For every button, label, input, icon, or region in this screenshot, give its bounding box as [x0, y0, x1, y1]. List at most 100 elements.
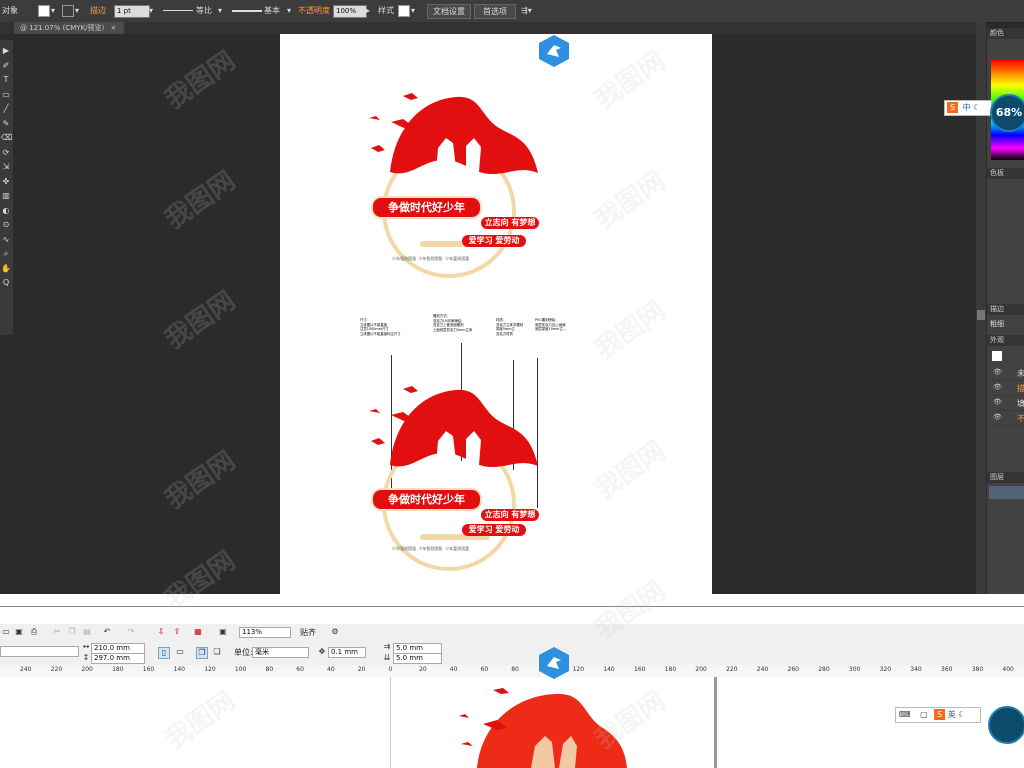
appearance-row[interactable]: 👁 填: [987, 396, 1024, 411]
swatches-panel-header[interactable]: 色板: [987, 168, 1024, 179]
tool-icon[interactable]: ◐: [1, 206, 11, 216]
tool-icon[interactable]: ▶: [1, 46, 11, 56]
ime-moon-icon[interactable]: ☾: [973, 103, 980, 112]
page-height-field[interactable]: 297.0 mm: [91, 653, 145, 664]
document-tab[interactable]: @ 121.07% (CMYK/预览) ×: [14, 22, 124, 34]
dove-icon: [403, 93, 418, 100]
duplicate-y-icon: ⇊: [383, 653, 391, 662]
profile-label[interactable]: 等比: [196, 5, 212, 17]
ime-box-icon[interactable]: ▢: [920, 710, 928, 719]
annotation-line: 亚克力材质: [496, 331, 513, 336]
ime-tools-icon[interactable]: ⌨: [899, 710, 911, 719]
stroke-dropdown-icon[interactable]: ▾: [75, 5, 79, 17]
nudge-field[interactable]: 0.1 mm: [328, 647, 366, 658]
stroke-weight-field[interactable]: 1 pt: [114, 5, 150, 18]
stroke-label[interactable]: 描边: [90, 5, 106, 17]
tool-icon[interactable]: ✎: [1, 119, 11, 129]
copy-icon[interactable]: ❐: [67, 627, 77, 637]
opacity-dropdown-icon[interactable]: ▸: [366, 5, 370, 17]
layers-panel-header[interactable]: 图层: [987, 472, 1024, 483]
unit-select[interactable]: 毫米: [252, 647, 309, 658]
stroke-weight-dropdown-icon[interactable]: ▾: [149, 5, 153, 17]
options-icon[interactable]: ⚙: [330, 627, 340, 637]
app-launcher-icon[interactable]: ▣: [218, 627, 228, 637]
stroke-panel-header[interactable]: 描边: [987, 304, 1024, 315]
ime-mode-label[interactable]: 英: [948, 710, 956, 719]
all-pages-icon[interactable]: ❐: [196, 647, 208, 659]
cut-icon[interactable]: ✂: [52, 627, 62, 637]
tool-icon[interactable]: ⇲: [1, 162, 11, 172]
close-tab-icon[interactable]: ×: [110, 24, 116, 32]
current-page-icon[interactable]: ❏: [212, 647, 222, 657]
nudge-icon: ✥: [318, 647, 326, 656]
export-icon[interactable]: ⇧: [172, 627, 182, 637]
document-setup-button[interactable]: 文档设置: [427, 4, 471, 19]
tool-icon[interactable]: ✋: [1, 264, 11, 274]
percent-badge-bottom[interactable]: [988, 706, 1024, 744]
brush-dropdown-icon[interactable]: ▾: [287, 5, 291, 17]
import-icon[interactable]: ⇩: [156, 627, 166, 637]
visibility-eye-icon[interactable]: 👁: [993, 383, 1002, 391]
layer-row[interactable]: [989, 486, 1024, 499]
appearance-panel-header[interactable]: 外观: [987, 335, 1024, 346]
page-size-select[interactable]: [0, 646, 79, 657]
corel-property-bar: ↔ 210.0 mm ↕ 297.0 mm ▯ ▭ ❐ ❏ 单位: 毫米 ✥ 0…: [0, 641, 1024, 666]
tool-icon[interactable]: ✜: [1, 177, 11, 187]
redo-icon[interactable]: ↷: [126, 627, 136, 637]
annotation-line: 立体图片不能直接标注尺寸: [360, 331, 401, 336]
scrollbar-thumb[interactable]: [977, 310, 985, 320]
arrange-icon[interactable]: ⇶▾: [521, 5, 532, 17]
tab-bar: [0, 22, 976, 34]
color-panel-header[interactable]: 颜色: [987, 28, 1024, 39]
appearance-row[interactable]: 👁 未: [987, 366, 1024, 381]
slogan-1: 少年强则国强: [392, 546, 416, 551]
brush-label[interactable]: 基本: [264, 5, 280, 17]
tool-icon[interactable]: ⊙: [1, 220, 11, 230]
opacity-field[interactable]: 100%: [333, 5, 367, 18]
ruler-label: 220: [50, 666, 63, 673]
ime-toolbar-top[interactable]: S 中 ☾: [944, 100, 992, 116]
paste-icon[interactable]: ▤: [82, 627, 92, 637]
fill-dropdown-icon[interactable]: ▾: [51, 5, 55, 17]
preferences-button[interactable]: 首选项: [474, 4, 516, 19]
save-icon[interactable]: ▣: [14, 627, 24, 637]
appearance-row[interactable]: 👁 不: [987, 411, 1024, 426]
publish-pdf-icon[interactable]: ▦: [193, 627, 203, 637]
print-icon[interactable]: ⎙: [29, 627, 39, 637]
portrait-icon[interactable]: ▯: [158, 647, 170, 659]
tool-icon[interactable]: ╱: [1, 104, 11, 114]
tool-icon[interactable]: T: [1, 75, 11, 85]
visibility-eye-icon[interactable]: 👁: [993, 413, 1002, 421]
page-border: [390, 677, 391, 768]
tool-icon[interactable]: ⟳: [1, 148, 11, 158]
tool-icon[interactable]: ⌫: [1, 133, 12, 143]
stroke-swatch[interactable]: [62, 5, 74, 17]
style-dropdown-icon[interactable]: ▾: [411, 5, 415, 17]
tool-icon[interactable]: ∿: [1, 235, 11, 245]
stroke-panel-title: 描边: [990, 305, 1004, 313]
fill-swatch[interactable]: [38, 5, 50, 17]
style-swatch[interactable]: [398, 5, 410, 17]
profile-dropdown-icon[interactable]: ▾: [218, 5, 222, 17]
snap-to-label[interactable]: 贴齐: [300, 627, 316, 638]
visibility-eye-icon[interactable]: 👁: [993, 368, 1002, 376]
tool-icon[interactable]: ▭: [1, 90, 11, 100]
annotation-block-2: 雕刻方式： 亚克力UV印刷喷绘 亚克力上做双面雕刻 上面双层亚克力5mm立体: [433, 314, 472, 332]
duplicate-y-field[interactable]: 5.0 mm: [393, 653, 442, 664]
landscape-icon[interactable]: ▭: [175, 647, 185, 657]
open-icon[interactable]: ▭: [1, 627, 11, 637]
percent-badge[interactable]: 68%: [990, 94, 1024, 132]
tool-icon[interactable]: Q: [1, 278, 11, 288]
design-title-top: 争做时代好少年: [371, 196, 482, 219]
opacity-label[interactable]: 不透明度: [298, 5, 330, 17]
tool-icon[interactable]: ▥: [1, 191, 11, 201]
ime-toolbar-bottom[interactable]: ⌨ ▢ S 英 ☾: [895, 707, 981, 723]
tool-icon[interactable]: ⌕: [1, 249, 11, 259]
undo-icon[interactable]: ↶: [102, 627, 112, 637]
appearance-row[interactable]: 👁 描: [987, 381, 1024, 396]
tool-icon[interactable]: ✐: [1, 61, 11, 71]
visibility-eye-icon[interactable]: 👁: [993, 398, 1002, 406]
zoom-select[interactable]: 113%: [239, 627, 291, 638]
ime-moon-icon[interactable]: ☾: [958, 710, 965, 719]
ime-mode-label[interactable]: 中: [963, 103, 971, 112]
